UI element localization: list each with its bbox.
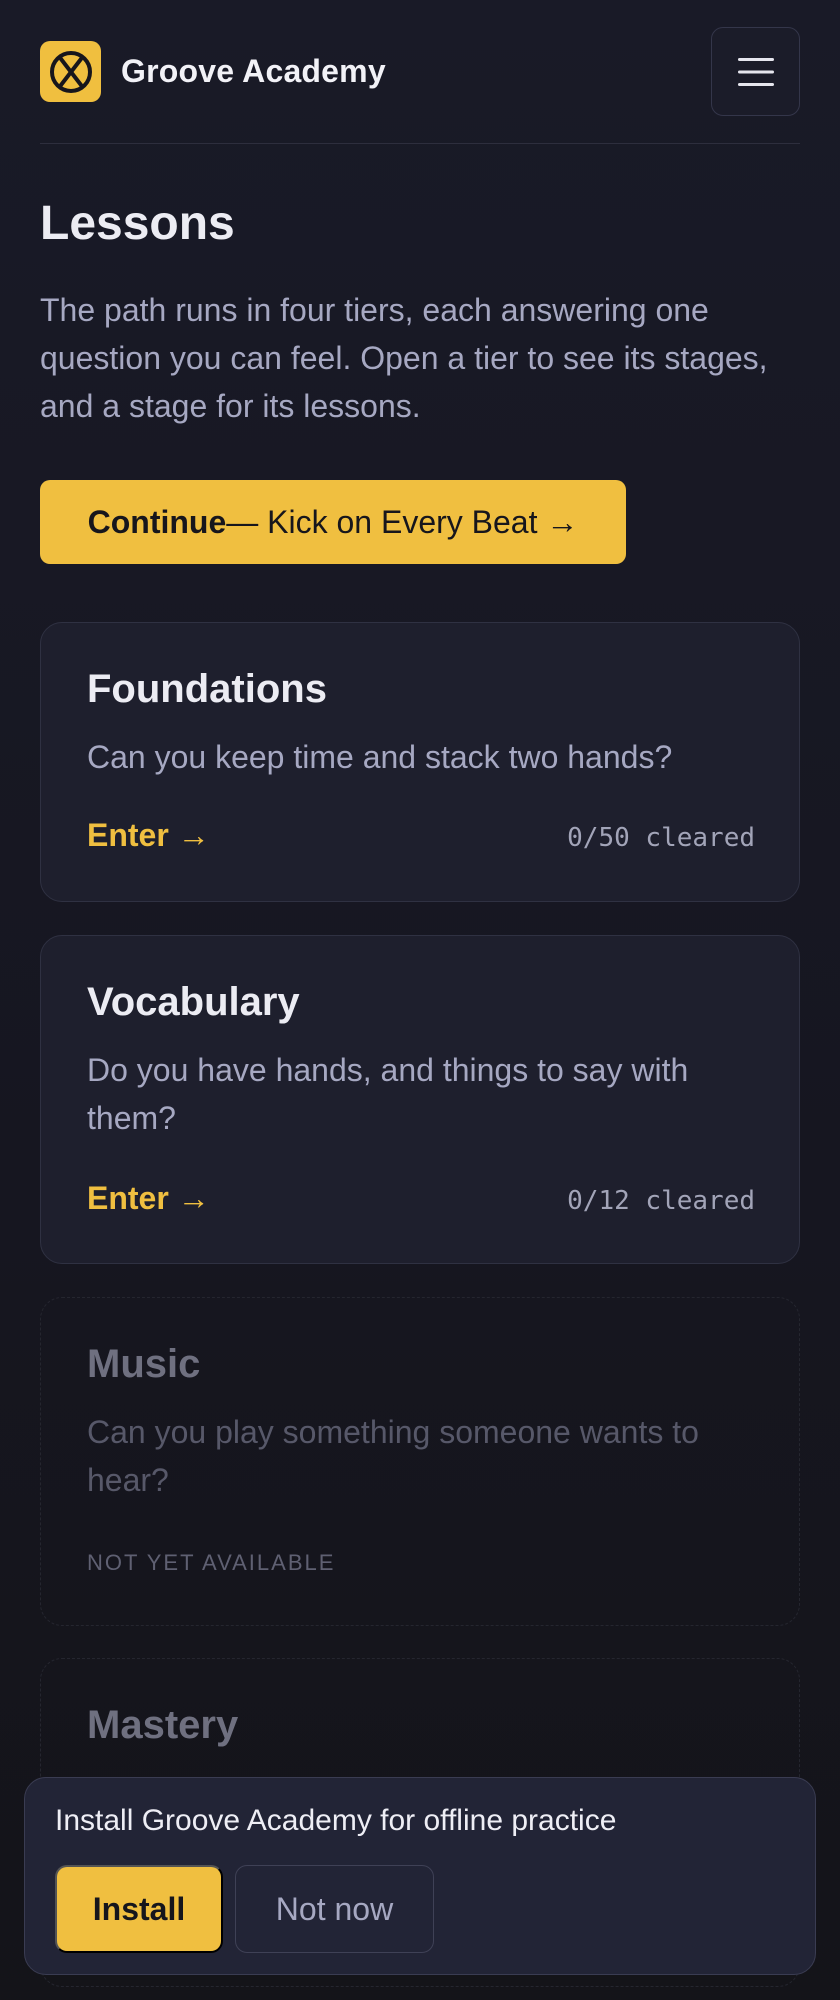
brand-name: Groove Academy	[121, 53, 386, 89]
hamburger-menu-icon	[737, 57, 774, 86]
tier-progress: 0/12 cleared	[567, 1186, 755, 1216]
tier-title: Foundations	[87, 667, 327, 711]
page-title: Lessons	[40, 197, 235, 250]
install-button[interactable]: Install	[55, 1865, 223, 1953]
tier-progress: 0/50 cleared	[567, 823, 755, 853]
availability-status: NOT YET AVAILABLE	[87, 1550, 336, 1575]
tier-card-foundations[interactable]: Foundations Can you keep time and stack …	[40, 622, 800, 902]
continue-label: Continue	[87, 503, 227, 540]
tier-question: Can you keep time and stack two hands?	[87, 739, 673, 775]
brand[interactable]: Groove Academy	[40, 41, 386, 102]
continue-button[interactable]: Continue — Kick on Every Beat →	[40, 480, 626, 564]
not-now-button[interactable]: Not now	[235, 1865, 434, 1953]
drum-logo-icon	[40, 41, 101, 102]
tier-title: Music	[87, 1342, 201, 1386]
menu-button[interactable]	[711, 27, 800, 116]
tier-question: Do you have hands, and things to say wit…	[87, 1052, 689, 1136]
tier-title: Vocabulary	[87, 980, 300, 1024]
tier-question: Can you play something someone wants to …	[87, 1414, 699, 1498]
install-message: Install Groove Academy for offline pract…	[55, 1804, 617, 1837]
tier-card-music: Music Can you play something someone wan…	[40, 1297, 800, 1626]
page-intro: The path runs in four tiers, each answer…	[40, 292, 768, 424]
tier-card-vocabulary[interactable]: Vocabulary Do you have hands, and things…	[40, 935, 800, 1264]
enter-link[interactable]: Enter →	[87, 1180, 210, 1217]
enter-link[interactable]: Enter →	[87, 817, 210, 854]
lessons-page: Groove Academy Lessons The path runs in …	[0, 0, 840, 2000]
continue-lesson-label: — Kick on Every Beat →	[226, 503, 579, 540]
tier-title: Mastery	[87, 1703, 239, 1747]
install-prompt: Install Groove Academy for offline pract…	[24, 1777, 816, 1975]
app-header: Groove Academy	[40, 0, 800, 144]
